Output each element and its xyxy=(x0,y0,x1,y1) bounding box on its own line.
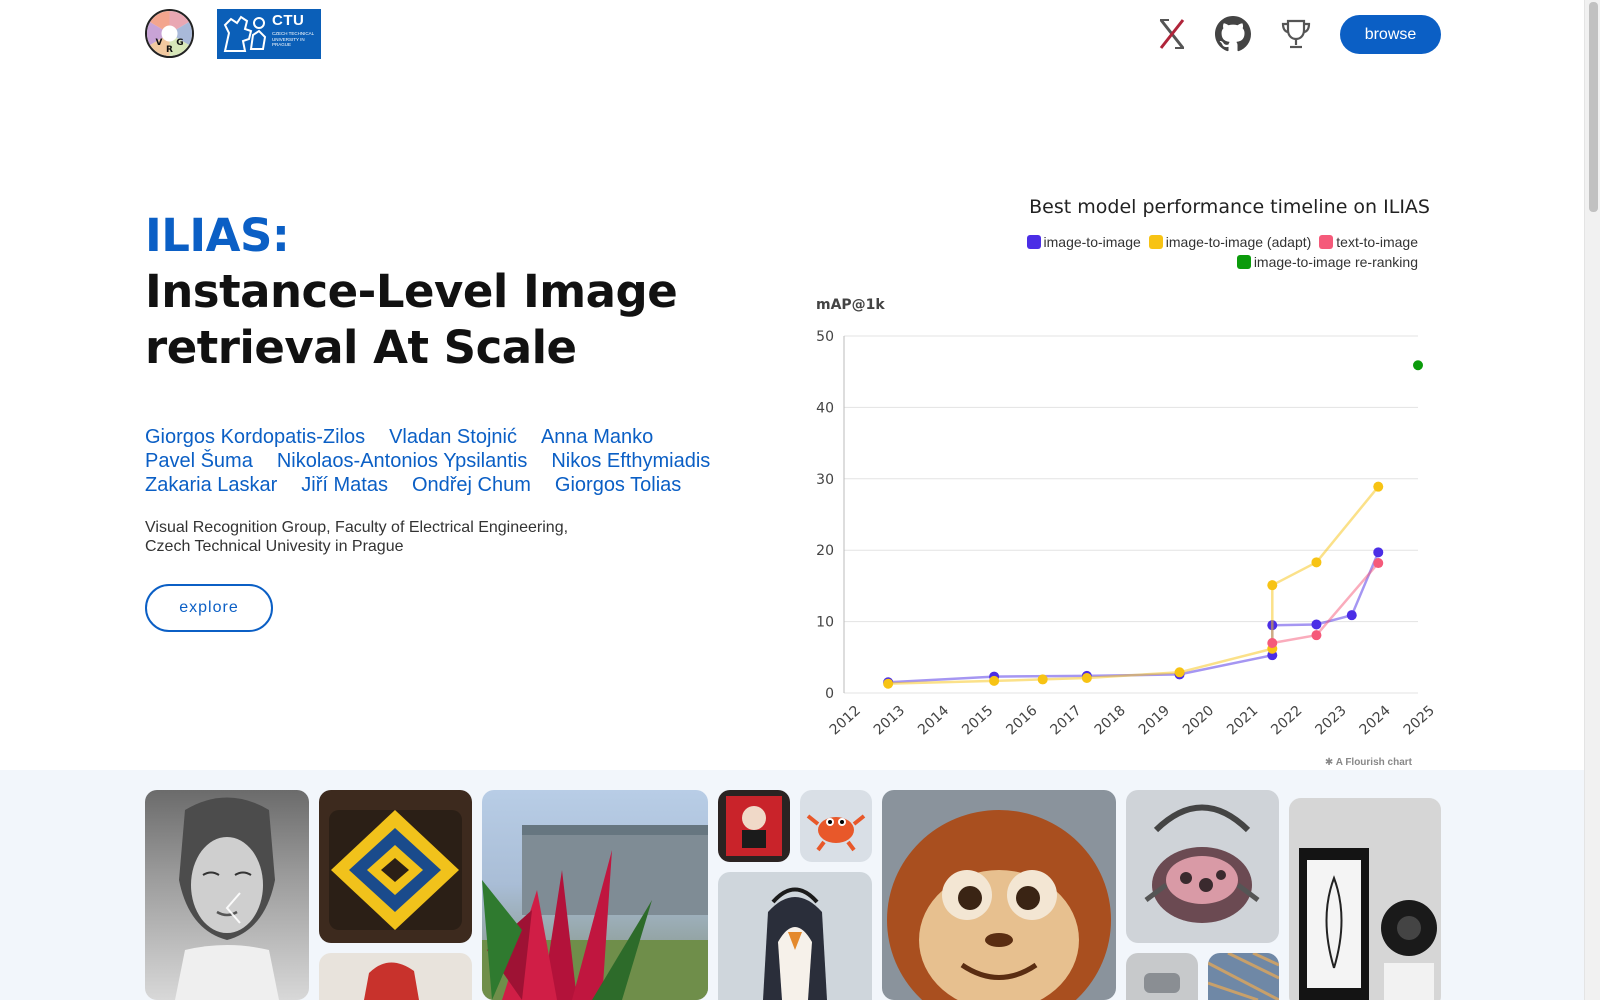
ctu-logo[interactable]: CTU CZECH TECHNICAL UNIVERSITY IN PRAGUE xyxy=(217,9,321,59)
data-point xyxy=(1346,610,1357,621)
x-tick-label: 2020 xyxy=(1180,703,1217,739)
y-tick-label: 0 xyxy=(825,686,834,702)
series-line xyxy=(1272,562,1380,645)
x-tick-label: 2013 xyxy=(871,703,908,739)
browse-button[interactable]: browse xyxy=(1340,15,1441,54)
x-logo-icon[interactable] xyxy=(1154,16,1190,52)
x-tick-label: 2015 xyxy=(959,703,996,739)
author-row: Pavel Šuma Nikolaos-Antonios Ypsilantis … xyxy=(145,449,785,473)
data-point xyxy=(1267,638,1278,649)
data-point xyxy=(1267,580,1278,591)
x-tick-label: 2014 xyxy=(915,703,952,739)
affiliation-line: Visual Recognition Group, Faculty of Ele… xyxy=(145,519,569,536)
gallery-image[interactable] xyxy=(1126,790,1279,943)
vrg-logo-letter: G xyxy=(176,38,183,48)
x-tick-label: 2018 xyxy=(1092,703,1129,739)
y-tick-label: 50 xyxy=(816,329,834,345)
data-point xyxy=(1037,674,1048,685)
vrg-logo[interactable]: VRG xyxy=(145,9,194,58)
data-point xyxy=(1373,558,1384,569)
vrg-logo-letter: V xyxy=(156,38,163,48)
data-point xyxy=(989,675,1000,686)
gallery-image[interactable] xyxy=(1289,798,1441,1000)
chart-plot: 010203040502012 2013 2014 2015 2016 2017 2018 2… xyxy=(816,329,1438,739)
ctu-lion-emblem-icon xyxy=(223,15,267,52)
x-tick-label: 2016 xyxy=(1003,703,1040,739)
y-tick-label: 10 xyxy=(816,615,834,631)
explore-button[interactable]: explore xyxy=(145,584,273,632)
author-link[interactable]: Nikos Efthymiadis xyxy=(551,449,710,473)
author-link[interactable]: Zakaria Laskar xyxy=(145,473,277,497)
data-point xyxy=(1174,667,1185,678)
gallery-image[interactable] xyxy=(718,872,872,1000)
hero-title: ILIAS: xyxy=(145,209,290,262)
vrg-logo-letter: R xyxy=(166,45,173,55)
author-link[interactable]: Vladan Stojnić xyxy=(389,425,517,449)
gallery-image[interactable] xyxy=(1126,953,1198,1000)
author-link[interactable]: Nikolaos-Antonios Ypsilantis xyxy=(277,449,528,473)
author-list: Giorgos Kordopatis-Zilos Vladan Stojnić … xyxy=(145,425,785,497)
data-point xyxy=(1413,360,1423,371)
gallery-image[interactable] xyxy=(482,790,708,1000)
author-link[interactable]: Pavel Šuma xyxy=(145,449,253,473)
scrollbar-thumb[interactable] xyxy=(1589,2,1598,212)
author-link[interactable]: Anna Manko xyxy=(541,425,653,449)
x-tick-label: 2023 xyxy=(1312,703,1349,739)
x-tick-label: 2025 xyxy=(1401,703,1438,739)
x-tick-label: 2012 xyxy=(827,703,864,739)
hero-subtitle: Instance-Level Image retrieval At Scale xyxy=(145,265,678,374)
data-point xyxy=(1081,673,1092,684)
x-tick-label: 2022 xyxy=(1268,703,1305,739)
data-point xyxy=(1311,619,1322,630)
data-point xyxy=(1311,630,1322,641)
data-point xyxy=(883,678,894,689)
x-tick-label: 2024 xyxy=(1357,703,1394,739)
series-line xyxy=(888,551,1380,684)
performance-chart: Best model performance timeline on ILIAS… xyxy=(800,190,1440,770)
data-point xyxy=(1373,547,1384,558)
gallery-image[interactable] xyxy=(319,953,472,1000)
x-tick-label: 2021 xyxy=(1224,703,1261,739)
x-tick-label: 2019 xyxy=(1136,703,1173,739)
header: VRG CTU CZECH TECHNICAL UNIVERSITY IN PR… xyxy=(0,0,1584,70)
affiliation-line: Czech Technical Univesity in Prague xyxy=(145,538,404,555)
gallery-image[interactable] xyxy=(800,790,872,862)
gallery-image[interactable] xyxy=(882,790,1116,1000)
author-row: Giorgos Kordopatis-Zilos Vladan Stojnić … xyxy=(145,425,785,449)
ctu-logo-subtitle: CZECH TECHNICAL UNIVERSITY IN PRAGUE xyxy=(272,31,315,47)
data-point xyxy=(1311,557,1322,568)
author-link[interactable]: Ondřej Chum xyxy=(412,473,531,497)
gallery-image[interactable] xyxy=(1208,953,1279,1000)
flourish-credit-text: A Flourish chart xyxy=(1335,757,1412,768)
trophy-icon[interactable] xyxy=(1278,16,1314,52)
y-tick-label: 40 xyxy=(816,400,834,416)
author-link[interactable]: Jiří Matas xyxy=(301,473,388,497)
flourish-credit[interactable]: ✱ A Flourish chart xyxy=(1325,757,1412,768)
author-link[interactable]: Giorgos Kordopatis-Zilos xyxy=(145,425,365,449)
gallery-image[interactable] xyxy=(319,790,472,943)
y-tick-label: 20 xyxy=(816,543,834,559)
chevron-left-icon[interactable] xyxy=(222,890,244,926)
page: VRG CTU CZECH TECHNICAL UNIVERSITY IN PR… xyxy=(0,0,1600,1000)
x-tick-label: 2017 xyxy=(1048,703,1085,739)
github-icon[interactable] xyxy=(1215,16,1251,52)
y-tick-label: 30 xyxy=(816,472,834,488)
author-link[interactable]: Giorgos Tolias xyxy=(555,473,681,497)
author-row: Zakaria Laskar Jiří Matas Ondřej Chum Gi… xyxy=(145,473,785,497)
affiliation: Visual Recognition Group, Faculty of Ele… xyxy=(145,518,568,556)
ctu-logo-text: CTU xyxy=(272,12,305,29)
series-line xyxy=(888,485,1380,685)
data-point xyxy=(1373,481,1384,492)
vrg-logo-graphic: VRG xyxy=(147,11,192,56)
gallery-image[interactable] xyxy=(718,790,790,862)
